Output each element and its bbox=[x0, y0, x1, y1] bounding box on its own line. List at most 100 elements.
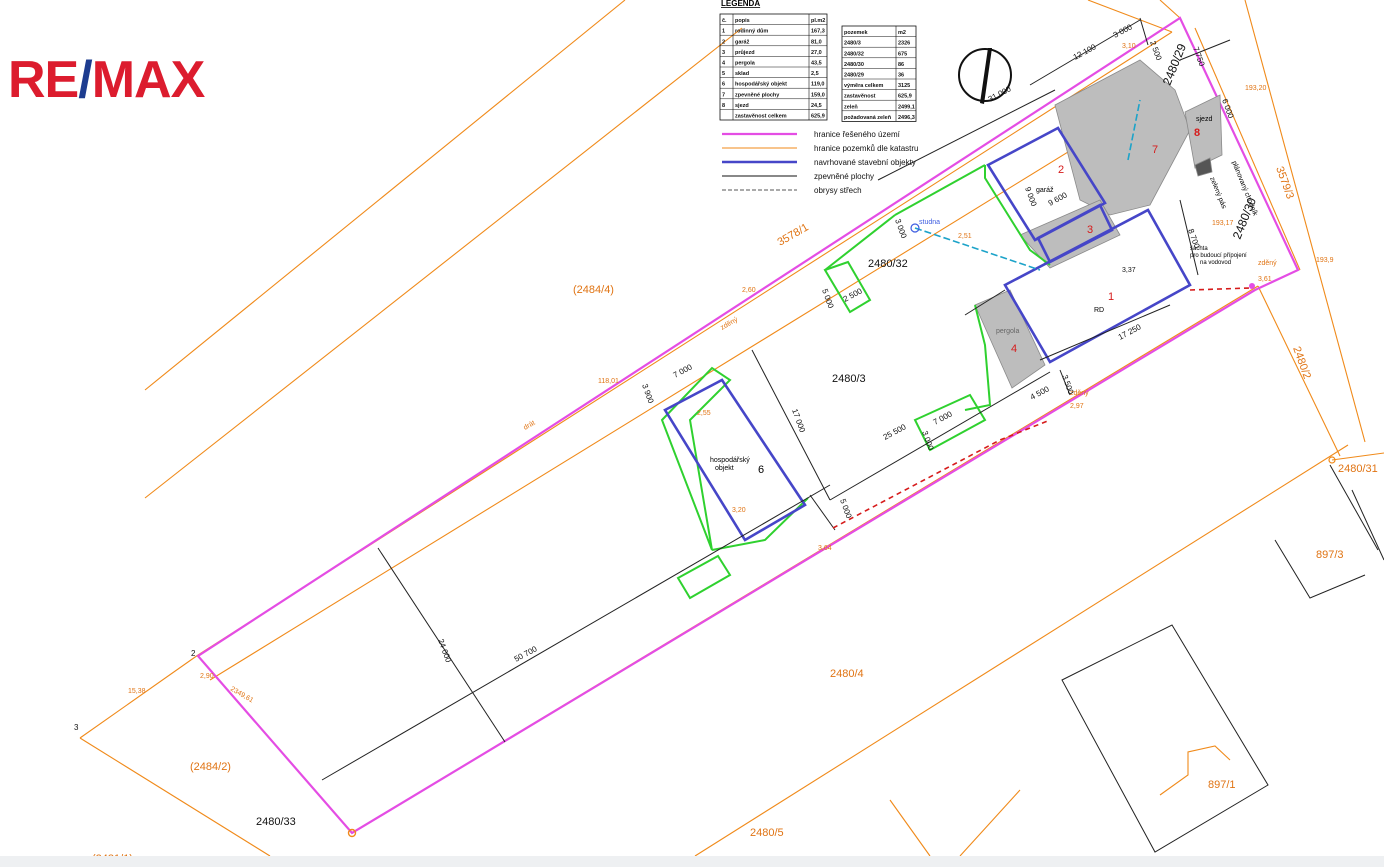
legend-table1-cell: 2,5 bbox=[811, 71, 819, 77]
point-label: 3 bbox=[74, 723, 79, 732]
green-pad bbox=[676, 554, 732, 600]
cadastral-line bbox=[79, 654, 199, 739]
legend-table2-cell: 2326 bbox=[898, 41, 910, 47]
measure-value: 3,10 bbox=[1122, 43, 1136, 50]
measure-value: 3,20 bbox=[732, 507, 746, 514]
dimension-value: 3 900 bbox=[640, 383, 655, 405]
measure-value: 2,60 bbox=[742, 287, 756, 294]
building-number: 2 bbox=[1058, 164, 1064, 176]
legend-table1-cell: garáž bbox=[735, 39, 750, 45]
building-name: RD bbox=[1094, 307, 1104, 314]
legend-table-parcels: pozemek m2 2480/3 2326 2480/32 675 2480/30 86 24… bbox=[841, 25, 917, 122]
sewer-line bbox=[832, 419, 1051, 529]
cadastral-line bbox=[1331, 452, 1384, 461]
measure-value: 15,38 bbox=[128, 688, 146, 695]
dimension-value: 31 000 bbox=[987, 84, 1013, 104]
legend-item-label: zpevněné plochy bbox=[814, 172, 874, 181]
logo-text-max: MAX bbox=[91, 51, 206, 109]
dimension-value: 17 250 bbox=[1117, 322, 1143, 342]
legend-table2-cell: 2480/30 bbox=[844, 62, 864, 68]
well-label: studna bbox=[919, 219, 940, 226]
parcel-labels: 2480/3 2480/32 2480/4 2480/5 2480/33 248… bbox=[92, 41, 1378, 865]
legend-table1-cell: 167,3 bbox=[811, 29, 825, 35]
hint-label: pro budoucí přípojení bbox=[1190, 253, 1247, 259]
sewer-line bbox=[1189, 287, 1251, 291]
legend-table2-cell: zastavěnost bbox=[844, 94, 876, 100]
parcel-label: 2480/3 bbox=[832, 373, 866, 385]
legend-item-label: obrysy střech bbox=[814, 186, 862, 195]
neighbour-building bbox=[1351, 489, 1384, 561]
site-plan-page: LEGENDA č. popis pl.m2 1 rodinný dům 167,3 2 ga… bbox=[0, 0, 1384, 867]
measure-value: 3,64 bbox=[818, 545, 832, 552]
legend-line-items: hranice řešeného území hranice pozemků dl… bbox=[722, 130, 919, 195]
parcel-label: 2480/33 bbox=[256, 816, 296, 828]
legend-table1-cell: 8 bbox=[722, 103, 725, 109]
legend-table1-cell: 1 bbox=[722, 29, 725, 35]
parcel-label: (2484/2) bbox=[190, 761, 231, 773]
legend-table2-cell: 2496,3 bbox=[898, 115, 915, 121]
parcel-label: 2480/32 bbox=[868, 258, 908, 270]
legend-table2-cell: 86 bbox=[898, 62, 904, 68]
legend-table1-cell: hospodářský objekt bbox=[735, 82, 787, 88]
dimension-value: 50 700 bbox=[513, 644, 539, 664]
parcel-label: 2480/4 bbox=[830, 668, 864, 680]
legend-table1-cell: pergola bbox=[735, 61, 756, 67]
cadastral-line bbox=[1159, 0, 1181, 19]
fence-label: zděný bbox=[1258, 260, 1277, 267]
survey-points: 2 3 bbox=[74, 283, 1336, 838]
cadastral-line bbox=[959, 789, 1021, 857]
point-label: 2 bbox=[191, 649, 196, 658]
legend-table1-cell: 4 bbox=[722, 61, 726, 67]
dimension-value: 3 000 bbox=[893, 218, 908, 240]
building-name: garáž bbox=[1036, 187, 1054, 194]
dimension-value: 5 000 bbox=[838, 498, 853, 520]
legend-table1-cell: 159,0 bbox=[811, 92, 825, 98]
cadastral-line bbox=[79, 737, 271, 857]
legend-table2-cell: 36 bbox=[898, 73, 904, 79]
legend-table1-header-cell: pl.m2 bbox=[811, 18, 825, 24]
path-label: zelený pás bbox=[1208, 176, 1227, 210]
legend-table1-cell: rodinný dům bbox=[735, 28, 768, 35]
legend-table1-header-cell: popis bbox=[735, 18, 750, 24]
dimension-value: 8 700 bbox=[1186, 228, 1201, 250]
dimension-value: 7 000 bbox=[672, 362, 694, 380]
parcel-label: (2484/4) bbox=[573, 284, 614, 296]
measure-value: 3,61 bbox=[1258, 276, 1272, 283]
parcel-label: 897/1 bbox=[1208, 779, 1236, 791]
legend-table1-cell: sjezd bbox=[735, 103, 749, 109]
legend-table2-cell: 2480/32 bbox=[844, 51, 864, 57]
legend-table2-cell: požadovaná zeleň bbox=[844, 115, 892, 121]
remax-logo: RE/MAX bbox=[8, 51, 206, 109]
legend-title: LEGENDA bbox=[721, 0, 760, 8]
logo-text-re: RE bbox=[8, 51, 79, 109]
building-name: hospodářský bbox=[710, 457, 750, 464]
legend-table2-cell: 2499,1 bbox=[898, 104, 915, 110]
legend-item-label: hranice řešeného území bbox=[814, 130, 901, 139]
parcel-label: 3578/1 bbox=[776, 221, 811, 248]
dimension-value: 2 500 bbox=[1148, 40, 1163, 62]
legend-table1-cell: 24,5 bbox=[811, 103, 822, 109]
building-number: 3 bbox=[1087, 224, 1093, 236]
measure-value: 2,90 bbox=[200, 673, 214, 680]
measure-value: 2,97 bbox=[1070, 403, 1084, 410]
parcel-label: 2480/29 bbox=[1160, 41, 1189, 87]
dimension-value: 25 500 bbox=[882, 422, 908, 442]
dimension-value: 24 000 bbox=[436, 638, 453, 665]
measure-value: 2,51 bbox=[958, 233, 972, 240]
dim-line bbox=[829, 371, 1051, 501]
legend-table2-cell: výměra celkem bbox=[844, 83, 884, 89]
legend-table2-cell: 625,9 bbox=[898, 94, 912, 100]
legend-table2-cell: 2480/29 bbox=[844, 73, 864, 79]
dimension-value: 3 500 bbox=[1060, 374, 1075, 396]
cadastral-line bbox=[144, 0, 626, 391]
paved-areas bbox=[974, 59, 1223, 389]
legend-table1-cell: 3 bbox=[722, 50, 725, 56]
neighbour-building bbox=[1061, 624, 1269, 853]
parcel-label: 2480/31 bbox=[1338, 463, 1378, 475]
cadastral-line bbox=[889, 799, 931, 857]
legend-table2-cell: 3125 bbox=[898, 83, 910, 89]
dimension-value: 17 000 bbox=[790, 408, 807, 435]
legend: LEGENDA č. popis pl.m2 1 rodinný dům 167,3 2 ga… bbox=[719, 0, 919, 195]
building-name: sjezd bbox=[1196, 116, 1212, 123]
legend-table1-cell: 5 bbox=[722, 71, 725, 77]
